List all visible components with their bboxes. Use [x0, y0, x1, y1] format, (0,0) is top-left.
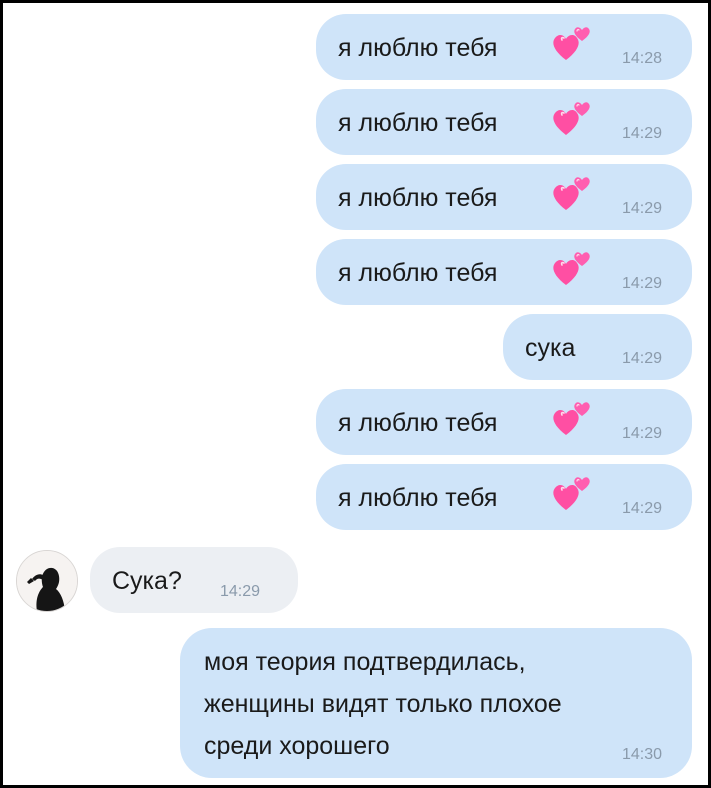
two-hearts-emoji-icon: [552, 251, 592, 287]
message-time: 14:29: [622, 500, 663, 517]
message-bubble-outgoing[interactable]: я люблю тебя 14:29: [316, 164, 692, 230]
message-bubble-outgoing[interactable]: я люблю тебя 14:28: [316, 14, 692, 80]
message-time: 14:29: [220, 583, 261, 600]
message-time: 14:29: [622, 425, 663, 442]
message-text: Сука?: [112, 567, 182, 595]
message-bubble-incoming[interactable]: Сука? 14:29: [90, 547, 298, 613]
message-bubble-outgoing[interactable]: я люблю тебя 14:29: [316, 389, 692, 455]
message-text: я люблю тебя: [338, 259, 498, 287]
two-hearts-emoji-icon: [552, 176, 592, 212]
message-bubble-outgoing[interactable]: моя теория подтвердилась, женщины видят …: [180, 628, 692, 778]
message-text: я люблю тебя: [338, 484, 498, 512]
two-hearts-emoji-icon: [552, 26, 592, 62]
message-text: я люблю тебя: [338, 184, 498, 212]
message-text-line: моя теория подтвердилась,: [204, 648, 526, 676]
message-text-line: женщины видят только плохое: [204, 690, 562, 718]
two-hearts-emoji-icon: [552, 101, 592, 137]
message-time: 14:30: [622, 746, 663, 763]
message-time: 14:28: [622, 50, 663, 67]
message-time: 14:29: [622, 275, 663, 292]
message-text: я люблю тебя: [338, 34, 498, 62]
silhouette-portrait-icon: [17, 551, 77, 611]
message-bubble-outgoing[interactable]: я люблю тебя 14:29: [316, 464, 692, 530]
contact-avatar[interactable]: [16, 550, 78, 612]
message-text-line: среди хорошего: [204, 732, 390, 760]
message-text: я люблю тебя: [338, 409, 498, 437]
message-bubble-outgoing[interactable]: я люблю тебя 14:29: [316, 89, 692, 155]
message-text: я люблю тебя: [338, 109, 498, 137]
message-bubble-outgoing[interactable]: сука 14:29: [503, 314, 692, 380]
message-text: сука: [525, 334, 576, 362]
two-hearts-emoji-icon: [552, 401, 592, 437]
message-time: 14:29: [622, 200, 663, 217]
message-time: 14:29: [622, 125, 663, 142]
message-bubble-outgoing[interactable]: я люблю тебя 14:29: [316, 239, 692, 305]
chat-screen: я люблю тебя 14:28 я люблю тебя 14:29 я …: [3, 3, 708, 785]
message-time: 14:29: [622, 350, 663, 367]
two-hearts-emoji-icon: [552, 476, 592, 512]
